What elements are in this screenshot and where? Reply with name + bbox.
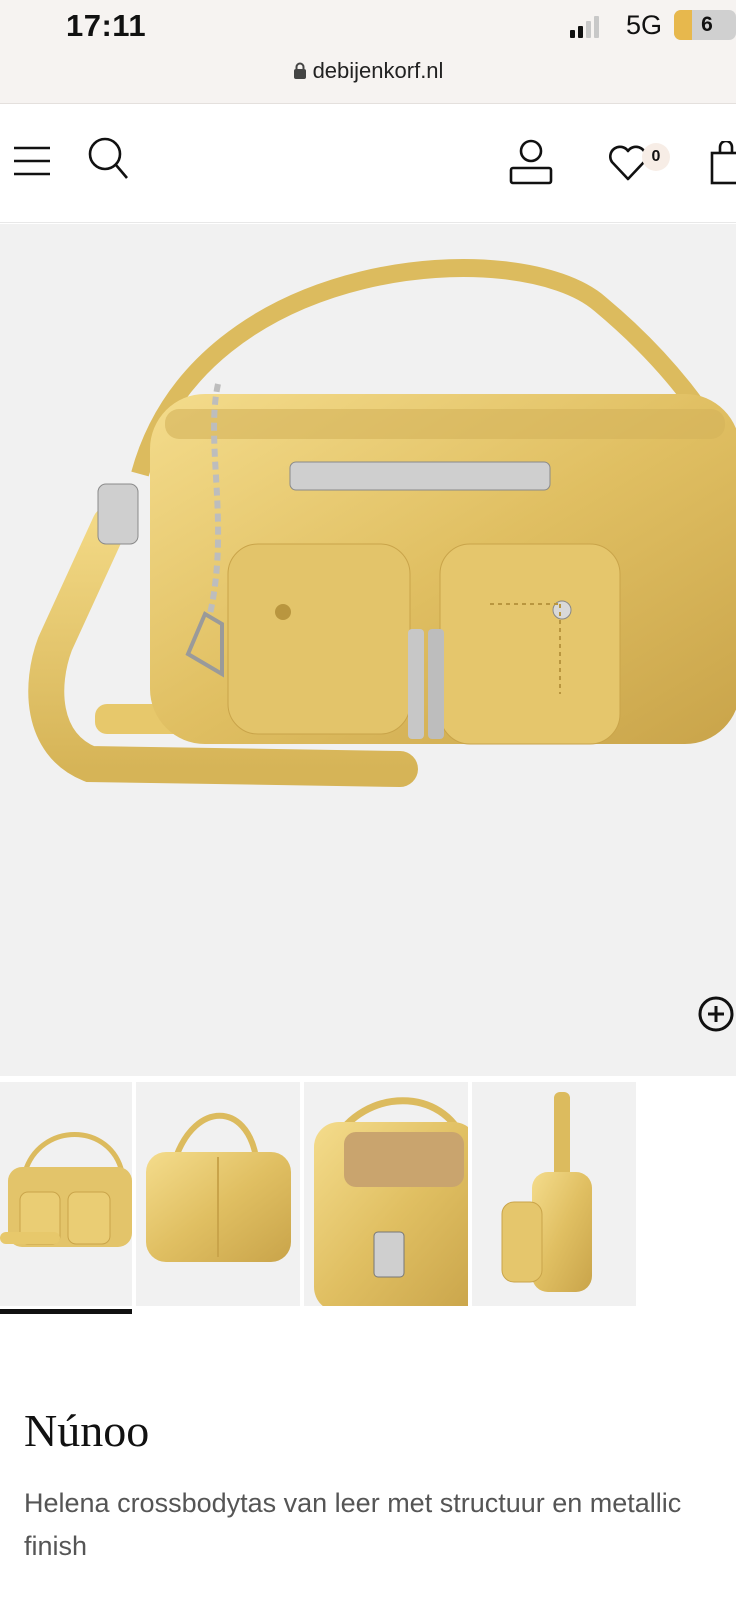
url-text: debijenkorf.nl (312, 58, 444, 83)
product-description: Helena crossbodytas van leer met structu… (24, 1488, 682, 1561)
thumbnail-3[interactable] (304, 1082, 468, 1306)
thumbnail-1[interactable] (0, 1082, 132, 1306)
battery-icon: 6 (674, 10, 736, 40)
handbag-image (28, 259, 736, 787)
thumbnail-2[interactable] (136, 1082, 300, 1306)
selected-thumbnail-indicator (0, 1309, 132, 1314)
thumbnail-strip (0, 1082, 736, 1314)
network-type: 5G (626, 10, 663, 40)
browser-chrome: 17:11 5G 6 debijenkorf.nl (0, 0, 736, 104)
wishlist-count-badge: 0 (642, 143, 670, 171)
search-icon[interactable] (86, 135, 130, 186)
menu-icon[interactable] (12, 145, 52, 182)
signal-icon (570, 14, 599, 38)
bag-icon[interactable] (710, 139, 736, 190)
product-brand[interactable]: Núnoo (24, 1404, 149, 1457)
lock-icon (293, 62, 306, 79)
status-time: 17:11 (66, 8, 147, 43)
product-main-image[interactable] (0, 224, 736, 1076)
zoom-in-icon[interactable] (698, 994, 736, 1039)
thumbnail-4[interactable] (472, 1082, 636, 1306)
wishlist-icon[interactable] (608, 143, 648, 188)
battery-level: 6 (701, 13, 713, 36)
site-header: 0 (0, 105, 736, 223)
address-bar[interactable]: debijenkorf.nl (0, 58, 736, 84)
account-icon[interactable] (508, 139, 554, 190)
